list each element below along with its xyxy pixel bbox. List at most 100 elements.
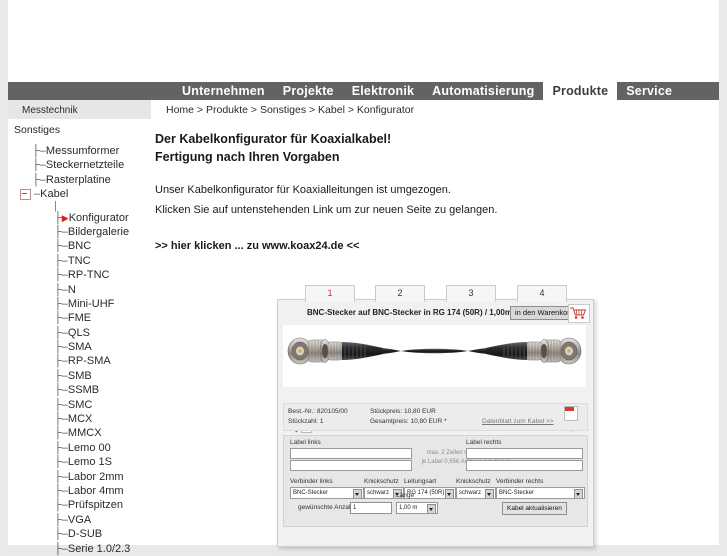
configurator-tab-1[interactable]: 1 bbox=[305, 285, 355, 302]
knickschutz-rechts-value: schwarz bbox=[459, 490, 482, 496]
tree-branch-icon: ├– bbox=[54, 355, 68, 368]
tree-branch-icon: ├– bbox=[54, 456, 68, 469]
nav-items: Unternehmen Projekte Elektronik Automati… bbox=[173, 82, 682, 100]
sidebar-item-mmcx[interactable]: ├– MMCX bbox=[8, 426, 143, 440]
update-cable-button[interactable]: Kabel aktualisieren bbox=[502, 502, 567, 515]
label-rechts-input-1[interactable] bbox=[466, 448, 583, 459]
verbinder-rechts-label: Verbinder rechts bbox=[496, 478, 544, 485]
sidebar-item-labor-2mm[interactable]: ├– Labor 2mm bbox=[8, 470, 143, 484]
sidebar-item-label: Rasterplatine bbox=[45, 173, 111, 186]
tree-branch-icon: ├– bbox=[54, 297, 68, 310]
sidebar-item-mcx[interactable]: ├– MCX bbox=[8, 412, 143, 426]
sidebar-item-mini-uhf[interactable]: ├– Mini-UHF bbox=[8, 297, 143, 311]
sidebar-item-messumformer[interactable]: ├– Messumformer bbox=[8, 144, 143, 158]
configurator-tab-4[interactable]: 4 bbox=[517, 285, 567, 302]
stueckpreis-label: Stückpreis: bbox=[370, 408, 403, 415]
sidebar-item-labor-4mm[interactable]: ├– Labor 4mm bbox=[8, 484, 143, 498]
chevron-down-icon bbox=[353, 489, 362, 498]
product-image[interactable] bbox=[283, 325, 586, 447]
anzahl-input[interactable]: 1 bbox=[350, 502, 392, 514]
sidebar-item-bildergalerie[interactable]: ├– Bildergalerie bbox=[8, 225, 143, 239]
sidebar-item-label: SSMB bbox=[67, 384, 100, 397]
sidebar-section-sonstiges[interactable]: Sonstiges bbox=[14, 124, 60, 136]
nav-item-unternehmen[interactable]: Unternehmen bbox=[173, 82, 274, 100]
sidebar-item-label: Prüfspitzen bbox=[67, 499, 123, 512]
tree-branch-icon: ├– bbox=[54, 398, 68, 411]
datasheet-link[interactable]: Datenblatt zum Kabel >> bbox=[482, 418, 554, 425]
verbinder-rechts-value: BNC-Stecker bbox=[499, 490, 535, 496]
verbinder-links-label: Verbinder links bbox=[290, 478, 333, 485]
sidebar-item-lemo-1s[interactable]: ├– Lemo 1S bbox=[8, 455, 143, 469]
sidebar-item-d-sub[interactable]: ├– D-SUB bbox=[8, 527, 143, 541]
configurator-tab-2[interactable]: 2 bbox=[375, 285, 425, 302]
sidebar-item-pr-fspitzen[interactable]: ├– Prüfspitzen bbox=[8, 498, 143, 512]
nav-item-produkte[interactable]: Produkte bbox=[543, 82, 618, 100]
sidebar-item-label: D-SUB bbox=[67, 528, 103, 541]
sidebar-header-label: Messtechnik bbox=[22, 105, 78, 116]
sidebar: Sonstiges ├– Messumformer ├– Steckernetzt… bbox=[8, 119, 143, 555]
sidebar-item-label: FME bbox=[67, 312, 92, 325]
label-links-input-2[interactable] bbox=[290, 460, 412, 471]
nav-item-elektronik[interactable]: Elektronik bbox=[342, 82, 424, 100]
sidebar-item-label: VGA bbox=[67, 513, 92, 526]
sidebar-item-qls[interactable]: ├– QLS bbox=[8, 326, 143, 340]
tree-branch-icon: ├– bbox=[54, 427, 68, 440]
knickschutz-links-value: schwarz bbox=[367, 490, 390, 496]
tree-branch-icon: ├– bbox=[54, 499, 68, 512]
sidebar-item-label: Labor 2mm bbox=[67, 470, 124, 483]
tree-branch-icon: ├– bbox=[54, 513, 68, 526]
tree-branch-icon: ├– bbox=[54, 528, 68, 541]
label-rechts-input-2[interactable] bbox=[466, 460, 583, 471]
sidebar-item-label: RP-TNC bbox=[67, 269, 110, 282]
sidebar-item-ssmb[interactable]: ├– SSMB bbox=[8, 383, 143, 397]
sidebar-item-sma[interactable]: ├– SMA bbox=[8, 340, 143, 354]
sidebar-item-fme[interactable]: ├– FME bbox=[8, 311, 143, 325]
intro-paragraph-2: Klicken Sie auf untenstehenden Link um z… bbox=[155, 204, 498, 216]
gesamtpreis-value: 10,80 EUR * bbox=[410, 418, 447, 425]
tree-branch-icon: ├– bbox=[54, 225, 68, 238]
verbinder-links-select[interactable]: BNC-Stecker bbox=[290, 487, 364, 499]
tree-branch-icon: ├– bbox=[54, 312, 68, 325]
sidebar-item-konfigurator[interactable]: ├ ▶ Konfigurator bbox=[8, 211, 143, 225]
configurator-screenshot: 1 2 3 4 BNC-Stecker auf BNC-Stecker in R… bbox=[277, 285, 596, 547]
anzahl-value: 1 bbox=[353, 505, 357, 511]
sidebar-item-label: SMB bbox=[67, 369, 92, 382]
sidebar-item-bnc[interactable]: ├– BNC bbox=[8, 239, 143, 253]
pdf-icon[interactable] bbox=[564, 406, 578, 421]
nav-item-automatisierung[interactable]: Automatisierung bbox=[423, 82, 544, 100]
sidebar-item-n[interactable]: ├– N bbox=[8, 283, 143, 297]
sidebar-item-tnc[interactable]: ├– TNC bbox=[8, 254, 143, 268]
laenge-select[interactable]: 1,00 m bbox=[396, 502, 438, 514]
knickschutz-rechts-select[interactable]: schwarz bbox=[456, 487, 496, 499]
sidebar-item-serie-1-0-2-3[interactable]: ├– Serie 1.0/2.3 bbox=[8, 542, 143, 556]
knickschutz-rechts-label: Knickschutz bbox=[456, 478, 491, 485]
tree-branch-icon: ├– bbox=[54, 542, 68, 555]
sidebar-item-label: Labor 4mm bbox=[67, 484, 124, 497]
bestnr-row: Best.-Nr.: 820105/00 bbox=[288, 408, 348, 415]
sidebar-item-label: Mini-UHF bbox=[67, 297, 115, 310]
sidebar-item-rasterplatine[interactable]: ├– Rasterplatine bbox=[8, 173, 143, 187]
tree-branch-icon: ├– bbox=[54, 470, 68, 483]
sidebar-item-rp-tnc[interactable]: ├– RP-TNC bbox=[8, 268, 143, 282]
verbinder-rechts-select[interactable]: BNC-Stecker bbox=[496, 487, 585, 499]
sidebar-item-lemo-00[interactable]: ├– Lemo 00 bbox=[8, 441, 143, 455]
sidebar-item-smb[interactable]: ├– SMB bbox=[8, 369, 143, 383]
sidebar-item-rp-sma[interactable]: ├– RP-SMA bbox=[8, 354, 143, 368]
configurator-tab-3[interactable]: 3 bbox=[446, 285, 496, 302]
sidebar-item-steckernetzteile[interactable]: ├– Steckernetzteile bbox=[8, 158, 143, 172]
collapse-toggle-icon[interactable] bbox=[20, 188, 31, 200]
gesamtpreis-row: Gesamtpreis: 10,80 EUR * bbox=[370, 418, 447, 425]
koax24-link[interactable]: >> hier klicken ... zu www.koax24.de << bbox=[155, 240, 715, 252]
sidebar-item-smc[interactable]: ├– SMC bbox=[8, 398, 143, 412]
breadcrumb[interactable]: Home > Produkte > Sonstiges > Kabel > Ko… bbox=[166, 104, 414, 116]
chevron-down-icon bbox=[427, 504, 436, 513]
tree-branch-icon: ├– bbox=[54, 254, 68, 267]
nav-item-service[interactable]: Service bbox=[617, 82, 682, 100]
sidebar-item-vga[interactable]: ├– VGA bbox=[8, 513, 143, 527]
nav-item-projekte[interactable]: Projekte bbox=[273, 82, 343, 100]
leitungsart-label: Leitungsart bbox=[404, 478, 437, 485]
knickschutz-links-label: Knickschutz bbox=[364, 478, 399, 485]
label-links-input-1[interactable] bbox=[290, 448, 412, 459]
sidebar-item-kabel[interactable]: – Kabel bbox=[8, 187, 143, 201]
cart-icon[interactable] bbox=[568, 304, 590, 323]
